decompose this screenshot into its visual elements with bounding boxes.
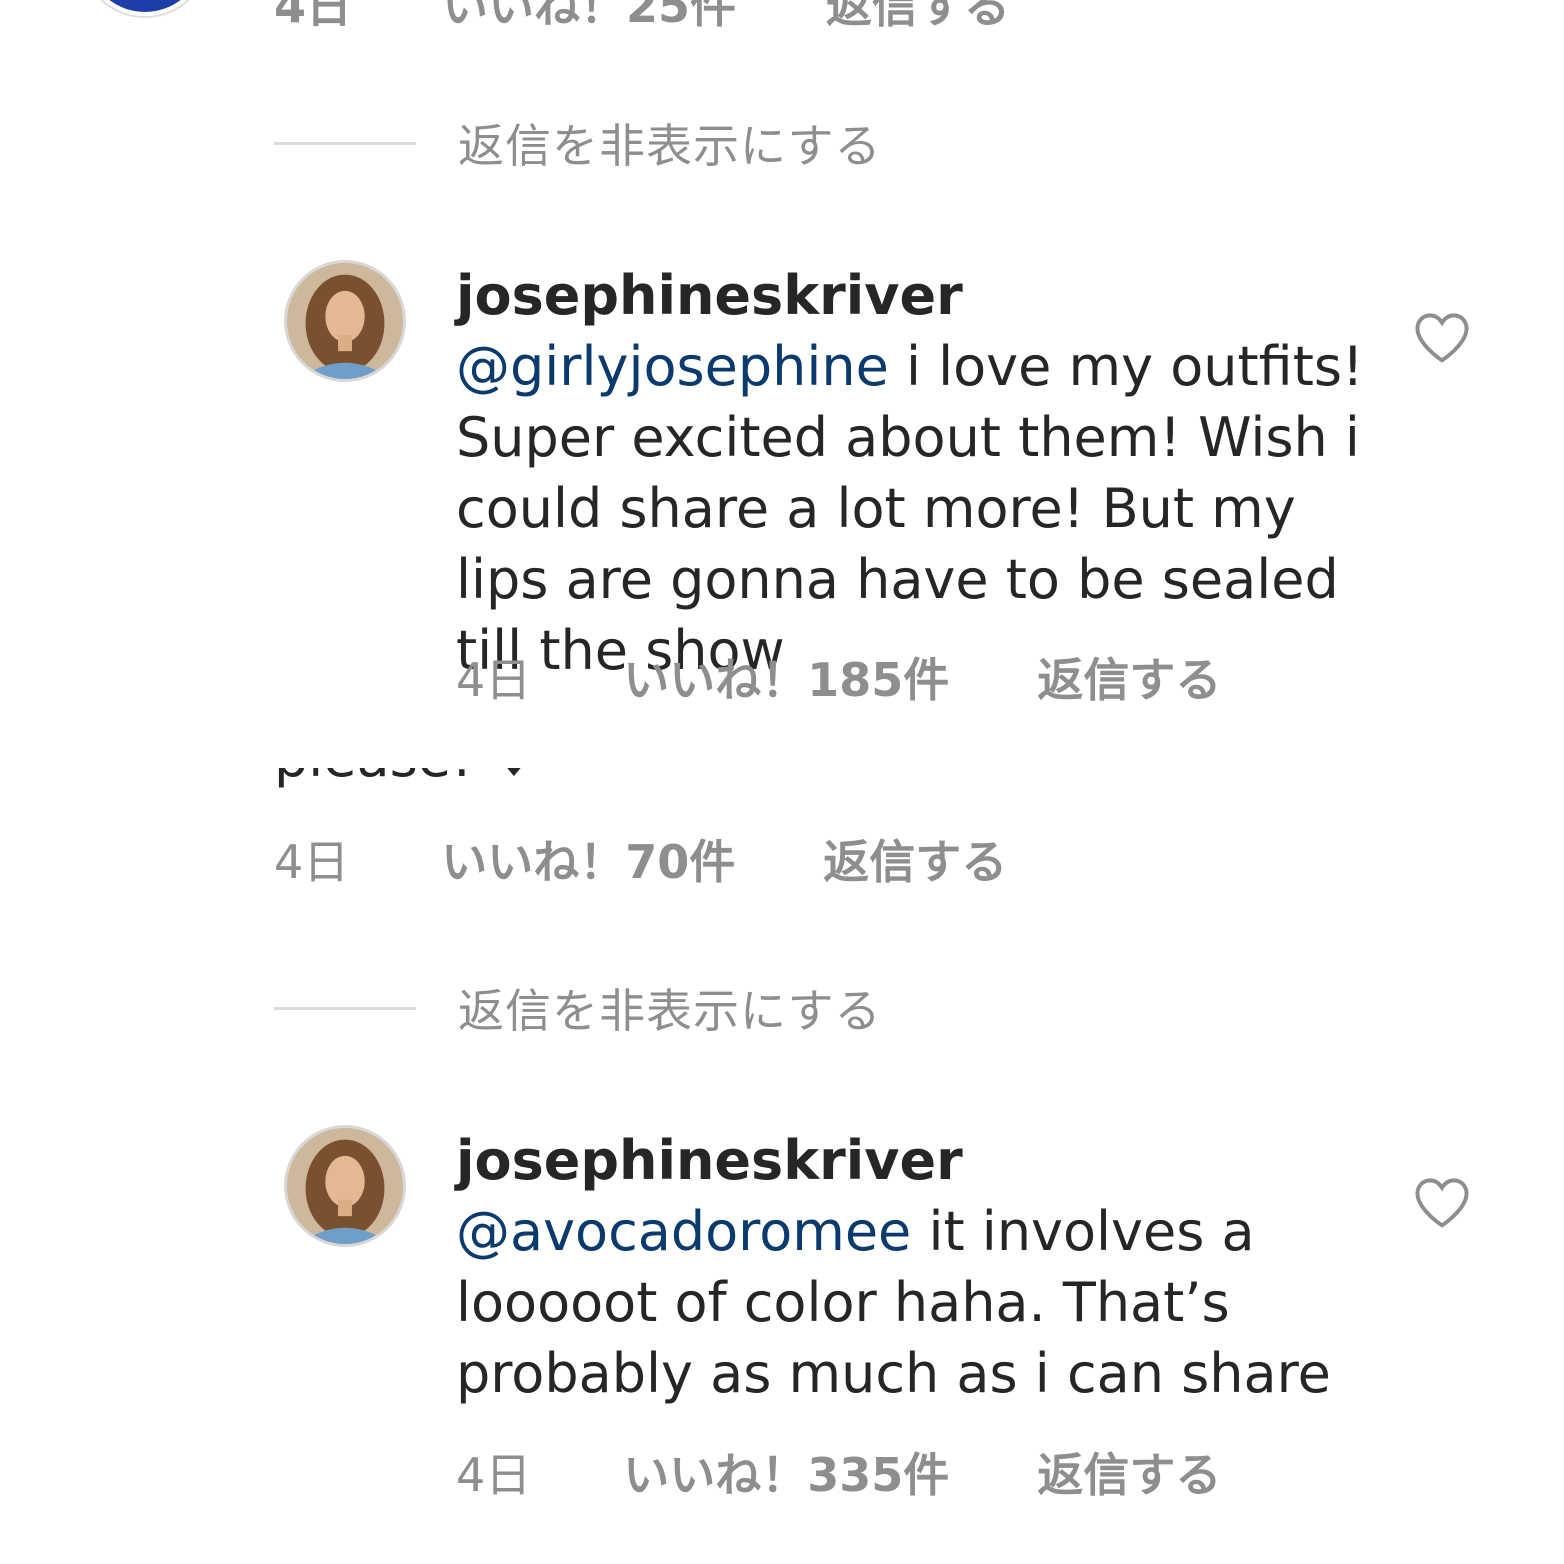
- divider-line: [274, 1006, 416, 1010]
- comment-time: 4日: [456, 1448, 532, 1502]
- comment-time: 4日: [274, 835, 350, 889]
- comment-meta: 4日 いいね！185件 返信する: [456, 644, 1221, 710]
- like-count-button[interactable]: いいね！335件: [623, 1448, 949, 1502]
- like-count-button[interactable]: いいね！185件: [623, 653, 949, 707]
- hide-replies-toggle[interactable]: 返信を非表示にする: [274, 110, 881, 176]
- avatar-photo-icon: [287, 263, 403, 379]
- comment-body: josephineskriver @avocadoromee it involv…: [456, 1125, 1386, 1409]
- avatar[interactable]: [80, 0, 210, 16]
- avatar[interactable]: [284, 260, 406, 382]
- comment-time: 4日: [274, 0, 353, 33]
- heart-outline-icon[interactable]: [1412, 1175, 1472, 1229]
- hide-replies-toggle[interactable]: 返信を非表示にする: [274, 975, 881, 1041]
- username-link[interactable]: josephineskriver: [456, 264, 963, 327]
- reply-button[interactable]: 返信する: [826, 0, 1010, 33]
- mention-link[interactable]: @avocadoromee: [456, 1200, 911, 1263]
- avatar[interactable]: [284, 1125, 406, 1247]
- username-link[interactable]: josephineskriver: [456, 1125, 1386, 1196]
- comment-text-fragment: please! ♥: [274, 768, 564, 788]
- comment-body: josephineskriver @girlyjosephine i love …: [456, 260, 1386, 686]
- avatar-photo-icon: [287, 1128, 403, 1244]
- heart-outline-icon[interactable]: [1412, 310, 1472, 364]
- comments-page: 4日 いいね！25件 返信する 返信を非表示にする josephineskriver…: [0, 0, 1564, 1564]
- hide-replies-label: 返信を非表示にする: [458, 984, 882, 1038]
- comment-meta: 4日 いいね！335件 返信する: [456, 1439, 1221, 1505]
- mention-link[interactable]: @girlyjosephine: [456, 335, 889, 398]
- reply-button[interactable]: 返信する: [1037, 1448, 1221, 1502]
- reply-button[interactable]: 返信する: [1037, 653, 1221, 707]
- comment-meta: 4日 いいね！70件 返信する: [274, 826, 1007, 892]
- comment-meta: 4日 いいね！25件 返信する: [274, 0, 1100, 36]
- hide-replies-label: 返信を非表示にする: [458, 119, 882, 173]
- like-count-button[interactable]: いいね！70件: [441, 835, 735, 889]
- divider-line: [274, 141, 416, 145]
- comment-time: 4日: [456, 653, 532, 707]
- reply-button[interactable]: 返信する: [823, 835, 1007, 889]
- like-count-button[interactable]: いいね！25件: [442, 0, 736, 33]
